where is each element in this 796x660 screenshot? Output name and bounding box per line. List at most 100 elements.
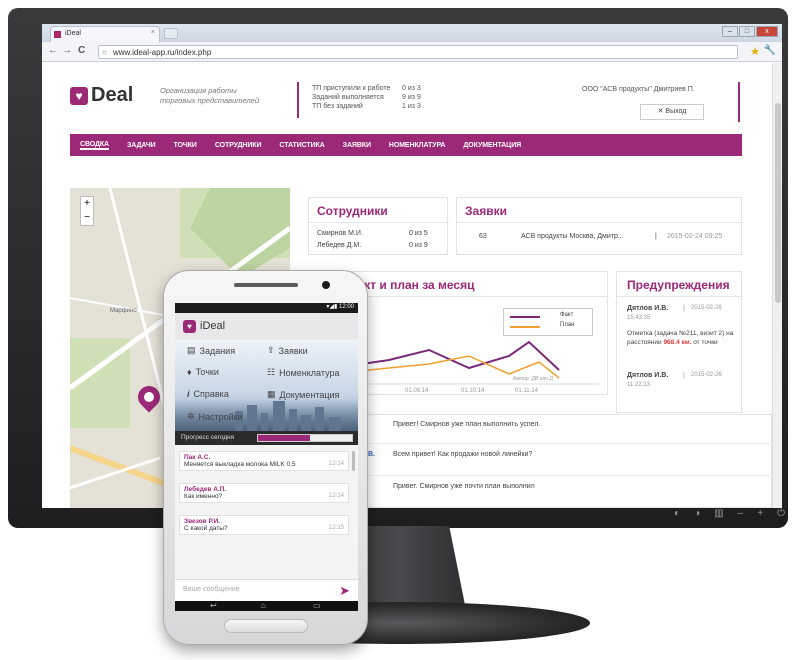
monitor-button-icon[interactable]: – bbox=[738, 508, 744, 524]
minimize-button[interactable]: – bbox=[722, 26, 738, 37]
page-icon: ○ bbox=[102, 48, 107, 57]
monitor-button-icon[interactable]: + bbox=[757, 508, 763, 524]
back-icon[interactable]: ← bbox=[48, 45, 58, 56]
progress-bar bbox=[257, 434, 353, 442]
header-stats: ТП приступили к работе 0 из 3 Заданий вып… bbox=[312, 84, 421, 111]
close-window-button[interactable]: x bbox=[756, 26, 778, 37]
message-input[interactable]: Ваше сообщение ➤ bbox=[175, 579, 358, 601]
employees-panel: Сотрудники Смирнов М.И. 0 из 5 Лебедев Д… bbox=[308, 197, 449, 255]
warning-date: 2015-02-26 bbox=[691, 372, 722, 378]
order-client[interactable]: АСВ продукты Москва, Дмитр... bbox=[521, 233, 624, 240]
phone-menu-help[interactable]: i Справка bbox=[187, 389, 229, 399]
menu-item-catalog[interactable]: НОМЕНКЛАТУРА bbox=[389, 142, 446, 149]
main-menu: СВОДКА ЗАДАЧИ ТОЧКИ СОТРУДНИКИ СТАТИСТИК… bbox=[70, 134, 742, 156]
home-nav-icon[interactable]: ⌂ bbox=[261, 601, 266, 610]
employee-value: 0 из 9 bbox=[409, 242, 428, 249]
employee-name[interactable]: Смирнов М.И. bbox=[317, 230, 363, 237]
menu-item-summary[interactable]: СВОДКА bbox=[80, 141, 109, 150]
monitor-button-icon[interactable]: ◐ bbox=[674, 508, 680, 524]
location-pin-icon: ♥ bbox=[70, 86, 88, 105]
zoom-in-button[interactable]: + bbox=[81, 197, 93, 211]
browser-tab[interactable]: iDeal × bbox=[50, 26, 160, 42]
chat-row: ЯПривет. Смирнов уже почти план выполнил bbox=[361, 483, 535, 490]
bookmark-star-icon[interactable]: ★ bbox=[750, 45, 760, 58]
address-bar: ← → C ○ www.ideal-app.ru/index.php ★ 🔧 bbox=[42, 42, 782, 62]
warning-name[interactable]: Дятлов И.В. bbox=[627, 372, 668, 379]
series-plan-line bbox=[348, 355, 560, 379]
phone-menu-settings[interactable]: ✲ Настройки bbox=[187, 411, 243, 422]
phone-menu-orders[interactable]: ⇪ Заявки bbox=[267, 345, 308, 356]
scrollbar-thumb[interactable] bbox=[775, 103, 781, 303]
phone-menu-catalog[interactable]: ☷ Номенклатура bbox=[267, 367, 339, 378]
chat-row: И.В.Всем привет! Как продажи новой линей… bbox=[361, 451, 533, 458]
company-user: ООО "АСВ продукты" Дмитриев П. bbox=[582, 86, 695, 93]
orders-title: Заявки bbox=[465, 204, 507, 218]
message-placeholder: Ваше сообщение bbox=[183, 586, 240, 593]
forward-icon[interactable]: → bbox=[62, 45, 72, 56]
app-name: iDeal bbox=[200, 320, 226, 332]
x-tick: 01.08.14 bbox=[405, 388, 429, 394]
menu-item-employees[interactable]: СОТРУДНИКИ bbox=[215, 142, 262, 149]
orders-icon: ⇪ bbox=[267, 345, 275, 355]
tab-close-icon[interactable]: × bbox=[151, 29, 155, 36]
warning-text: Отметка (задача №211, визит 2) на рассто… bbox=[627, 330, 734, 346]
x-tick: 01.10.14 bbox=[461, 388, 485, 394]
phone-screen: ▾◢▮ 12:00 ♥ iDeal ▤ Задания ⇪ Заявки ♦ Точк… bbox=[175, 303, 358, 611]
url-input[interactable]: ○ www.ideal-app.ru/index.php bbox=[98, 45, 738, 59]
phone-menu-points[interactable]: ♦ Точки bbox=[187, 367, 219, 377]
order-number[interactable]: 63 bbox=[479, 233, 487, 240]
catalog-icon: ☷ bbox=[267, 367, 276, 377]
orders-panel: Заявки 63 АСВ продукты Москва, Дмитр... … bbox=[456, 197, 743, 255]
phone-message[interactable]: Пак А.С. Меняется выкладка молока MILK 0… bbox=[179, 451, 349, 471]
browser-window: iDeal × – □ x ← → C ○ www.ideal-app.ru/i… bbox=[42, 24, 782, 508]
menu-item-docs[interactable]: ДОКУМЕНТАЦИЯ bbox=[463, 142, 521, 149]
stat-row: ТП без заданий 1 из 3 bbox=[312, 103, 421, 110]
employees-title: Сотрудники bbox=[317, 204, 388, 218]
phone-menu-tasks[interactable]: ▤ Задания bbox=[187, 345, 235, 356]
order-date: 2015-02-24 09:25 bbox=[667, 233, 723, 240]
settings-icon: ✲ bbox=[187, 411, 195, 421]
x-tick: 01.11.14 bbox=[515, 388, 538, 394]
chart-note: Автор: ДВ или Д bbox=[513, 376, 553, 382]
zoom-out-button[interactable]: − bbox=[81, 211, 93, 225]
warning-time: 11:22:33 bbox=[627, 382, 650, 388]
send-icon[interactable]: ➤ bbox=[339, 583, 350, 599]
logout-button[interactable]: ✕ Выход bbox=[640, 104, 704, 120]
phone-home-button[interactable] bbox=[224, 619, 308, 633]
smartphone: ▾◢▮ 12:00 ♥ iDeal ▤ Задания ⇪ Заявки ♦ Точк… bbox=[163, 270, 368, 645]
menu-item-statistics[interactable]: СТАТИСТИКА bbox=[279, 142, 324, 149]
tasks-icon: ▤ bbox=[187, 345, 196, 355]
chat-panel: ЯПривет! Смирнов уже план выполнить успе… bbox=[352, 414, 773, 508]
settings-wrench-icon[interactable]: 🔧 bbox=[764, 45, 776, 56]
header-divider-right bbox=[738, 82, 740, 122]
reload-icon[interactable]: C bbox=[78, 45, 85, 56]
status-time: 12:00 bbox=[338, 304, 354, 310]
back-nav-icon[interactable]: ↩ bbox=[210, 601, 217, 610]
phone-message[interactable]: Лебедев А.П. Как именно? 12:14 bbox=[179, 483, 349, 503]
warning-name[interactable]: Дятлов И.В. bbox=[627, 305, 668, 312]
favicon-icon bbox=[54, 31, 61, 38]
new-tab-button[interactable] bbox=[164, 28, 178, 39]
phone-message[interactable]: Звезов Р.И. С какой даты? 12:15 bbox=[179, 515, 349, 535]
menu-item-orders[interactable]: ЗАЯВКИ bbox=[343, 142, 371, 149]
menu-item-tasks[interactable]: ЗАДАЧИ bbox=[127, 142, 156, 149]
maximize-button[interactable]: □ bbox=[739, 26, 755, 37]
messages-scrollbar[interactable] bbox=[352, 451, 355, 471]
monitor-button-icon[interactable]: ▥ bbox=[714, 508, 723, 524]
page-scrollbar[interactable] bbox=[772, 63, 782, 508]
employee-name[interactable]: Лебедев Д.М. bbox=[317, 242, 361, 249]
menu-item-points[interactable]: ТОЧКИ bbox=[174, 142, 197, 149]
monitor-button-icon[interactable]: ◑ bbox=[694, 508, 700, 524]
phone-status-bar: ▾◢▮ 12:00 bbox=[175, 303, 358, 313]
window-controls: – □ x bbox=[722, 26, 778, 37]
warnings-title: Предупреждения bbox=[627, 278, 730, 292]
chat-row: ЯПривет! Смирнов уже план выполнить успе… bbox=[361, 421, 541, 428]
progress-label: Прогресс сегодня bbox=[181, 434, 235, 441]
power-icon[interactable]: ⏻ bbox=[777, 508, 785, 524]
recent-apps-icon[interactable]: ▭ bbox=[313, 601, 321, 610]
url-text: www.ideal-app.ru/index.php bbox=[113, 48, 212, 57]
monitor-buttons: ◐ ◑ ▥ – + ⏻ bbox=[640, 508, 785, 524]
warnings-panel: Предупреждения Дятлов И.В. | 2015-02-26 … bbox=[616, 271, 743, 413]
help-icon: i bbox=[187, 389, 190, 399]
ideal-logo[interactable]: ♥ Deal bbox=[70, 84, 133, 107]
